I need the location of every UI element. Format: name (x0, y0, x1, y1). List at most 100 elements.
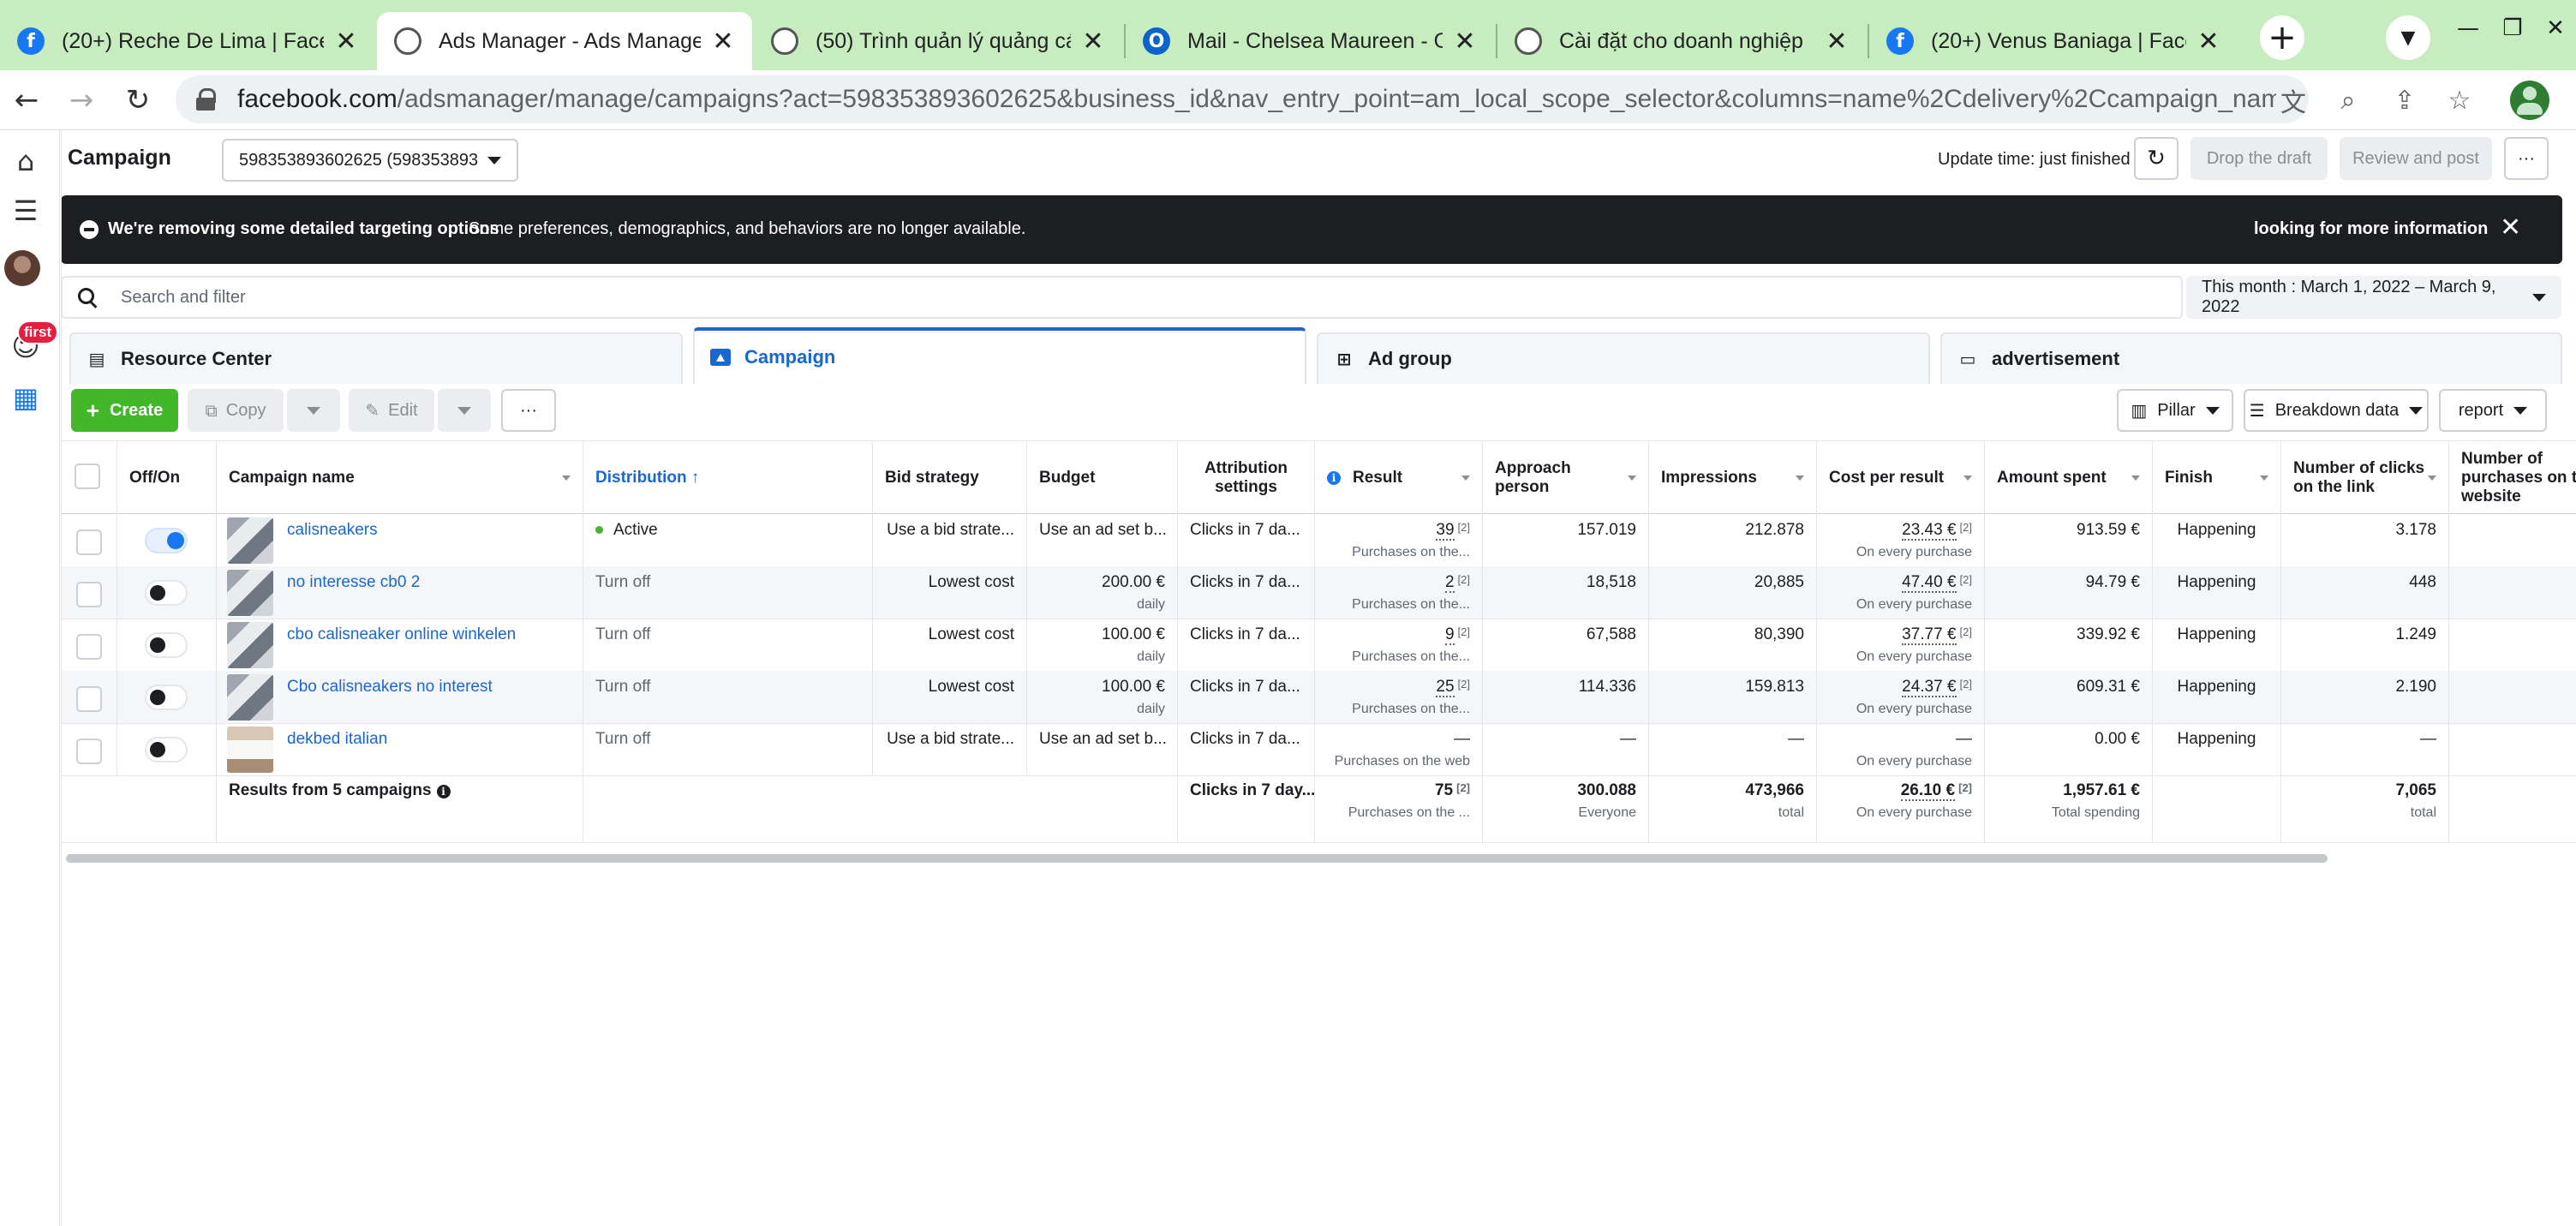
close-icon[interactable]: ✕ (2196, 27, 2220, 57)
create-button[interactable]: + Create (71, 389, 178, 432)
new-tab-plus-icon[interactable]: + (2260, 15, 2304, 60)
footnote: [2] (1959, 678, 1972, 691)
column-header-cost-per-result[interactable]: Cost per result (1817, 441, 1985, 515)
tab-advertisement[interactable]: ▭ advertisement (1940, 332, 2562, 384)
campaign-name-link[interactable]: cbo calisneaker online winkelen (287, 625, 516, 644)
table-row[interactable]: Cbo calisneakers no interest Turn off Lowe… (61, 671, 2576, 724)
campaign-toggle[interactable] (145, 737, 188, 763)
window-close-icon[interactable]: ✕ (2536, 9, 2575, 48)
browser-tab[interactable]: Cài đặt cho doanh nghiệp ✕ (1497, 12, 1866, 70)
banner-more-info-link[interactable]: looking for more information (2254, 219, 2488, 239)
campaign-name-link[interactable]: no interesse cb0 2 (287, 573, 420, 592)
campaign-toggle[interactable] (145, 528, 188, 553)
bookmark-star-icon[interactable]: ☆ (2442, 82, 2477, 118)
tab-campaign[interactable]: Campaign (693, 327, 1306, 384)
column-header-result[interactable]: i Result (1315, 441, 1483, 515)
tab-ad-group[interactable]: ⊞ Ad group (1317, 332, 1930, 384)
translate-icon[interactable]: 文 (2275, 82, 2311, 118)
row-checkbox[interactable] (76, 582, 102, 607)
close-icon[interactable]: ✕ (711, 27, 735, 57)
result-cell: 25 [2] Purchases on the... (1315, 671, 1483, 724)
account-selector[interactable]: 598353893602625 (59835389360262... (222, 139, 518, 182)
close-icon[interactable]: ✕ (2500, 212, 2521, 242)
amount-spent-cell: 609.31 € (1985, 671, 2153, 724)
share-icon[interactable]: ⇪ (2387, 82, 2423, 118)
more-actions-button[interactable]: ··· (501, 389, 556, 432)
browser-tab[interactable]: O Mail - Chelsea Maureen - Outlook ✕ (1126, 12, 1494, 70)
campaign-toggle[interactable] (145, 580, 188, 606)
browser-tab[interactable]: f (20+) Reche De Lima | Facebook ✕ (0, 12, 375, 70)
info-icon[interactable]: i (436, 785, 451, 798)
report-button[interactable]: report (2439, 389, 2547, 432)
address-bar[interactable]: facebook.com/adsmanager/manage/campaigns… (176, 75, 2309, 123)
campaigns-grid-icon[interactable]: ▦ (7, 379, 45, 416)
copy-button[interactable]: ⧉ Copy (188, 389, 284, 432)
table-row[interactable]: cbo calisneaker online winkelen Turn off L… (61, 619, 2576, 672)
column-header-distribution[interactable]: Distribution ↑ (583, 441, 873, 515)
refresh-icon[interactable]: ↻ (2134, 137, 2179, 180)
column-header-onoff[interactable]: Off/On (117, 441, 217, 515)
table-row[interactable]: no interesse cb0 2 Turn off Lowest cost 200… (61, 566, 2576, 619)
campaign-toggle[interactable] (145, 685, 188, 710)
close-icon[interactable]: ✕ (334, 27, 358, 57)
campaign-toggle[interactable] (145, 632, 188, 658)
status-badge: Turn off (595, 573, 651, 591)
distribution-cell: Turn off (583, 619, 873, 672)
forward-arrow-icon[interactable]: → (60, 79, 103, 122)
tab-resource-center[interactable]: ▤ Resource Center (69, 332, 683, 384)
column-label: Result (1353, 469, 1403, 487)
campaign-thumbnail (227, 727, 273, 773)
campaign-name-cell: no interesse cb0 2 (217, 566, 583, 619)
close-icon[interactable]: ✕ (1081, 27, 1105, 57)
cpr-sub: On every purchase (1856, 649, 1972, 664)
sort-arrow-icon (1628, 475, 1636, 481)
home-icon[interactable]: ⌂ (7, 142, 45, 180)
search-input[interactable]: Search and filter (61, 276, 2183, 319)
zoom-icon[interactable]: ⌕ (2330, 82, 2366, 118)
avatar[interactable] (4, 250, 40, 286)
column-header-finish[interactable]: Finish (2153, 441, 2281, 515)
row-checkbox[interactable] (76, 686, 102, 712)
row-checkbox[interactable] (76, 739, 102, 764)
column-header-website-purchases[interactable]: Number of purchases on the website (2449, 441, 2576, 515)
column-header-attribution[interactable]: Attribution settings (1178, 441, 1315, 515)
tab-search-chevron-icon[interactable]: ▼ (2386, 15, 2430, 60)
column-header-amount-spent[interactable]: Amount spent (1985, 441, 2153, 515)
column-header-bid-strategy[interactable]: Bid strategy (873, 441, 1027, 515)
horizontal-scrollbar[interactable] (66, 854, 2328, 863)
table-row[interactable]: dekbed italian Turn off Use a bid strate..… (61, 723, 2576, 776)
campaign-name-link[interactable]: dekbed italian (287, 730, 387, 749)
date-range-picker[interactable]: This month : March 1, 2022 – March 9, 20… (2186, 276, 2561, 319)
reload-icon[interactable]: ↻ (117, 79, 159, 122)
close-icon[interactable]: ✕ (1825, 27, 1849, 57)
review-post-button[interactable]: Review and post (2340, 137, 2492, 180)
row-checkbox[interactable] (76, 529, 102, 555)
menu-icon[interactable]: ☰ (7, 192, 45, 230)
table-row[interactable]: calisneakers Active Use a bid strate... Use… (61, 514, 2576, 567)
select-all-checkbox[interactable] (75, 463, 100, 489)
edit-button[interactable]: ✎ Edit (349, 389, 434, 432)
browser-tab[interactable]: (50) Trình quản lý quảng cáo ✕ (754, 12, 1122, 70)
restore-icon[interactable]: ❐ (2493, 9, 2532, 48)
row-checkbox[interactable] (76, 634, 102, 660)
browser-tab-active[interactable]: Ads Manager - Ads Manager ✕ (377, 12, 752, 70)
column-header-campaign-name[interactable]: Campaign name (217, 441, 583, 515)
columns-pillar-button[interactable]: ▥ Pillar (2117, 389, 2233, 432)
campaign-name-link[interactable]: Cbo calisneakers no interest (287, 678, 493, 697)
copy-dropdown-button[interactable] (287, 389, 340, 432)
column-header-link-clicks[interactable]: Number of clicks on the link (2281, 441, 2449, 515)
edit-dropdown-button[interactable] (438, 389, 491, 432)
more-menu-button[interactable]: ··· (2504, 137, 2549, 180)
drop-draft-button[interactable]: Drop the draft (2190, 137, 2328, 180)
column-header-budget[interactable]: Budget (1027, 441, 1178, 515)
profile-avatar-icon[interactable] (2510, 81, 2549, 120)
campaign-name-link[interactable]: calisneakers (287, 521, 378, 540)
minimize-icon[interactable]: — (2448, 9, 2488, 48)
budget-cell: 100.00 € daily (1027, 619, 1178, 672)
browser-tab[interactable]: f (20+) Venus Baniaga | Facebook ✕ (1869, 12, 2238, 70)
column-header-reach[interactable]: Approach person (1483, 441, 1649, 515)
back-arrow-icon[interactable]: ← (5, 79, 48, 122)
breakdown-button[interactable]: ☰ Breakdown data (2244, 389, 2429, 432)
close-icon[interactable]: ✕ (1453, 27, 1477, 57)
column-header-impressions[interactable]: Impressions (1649, 441, 1817, 515)
